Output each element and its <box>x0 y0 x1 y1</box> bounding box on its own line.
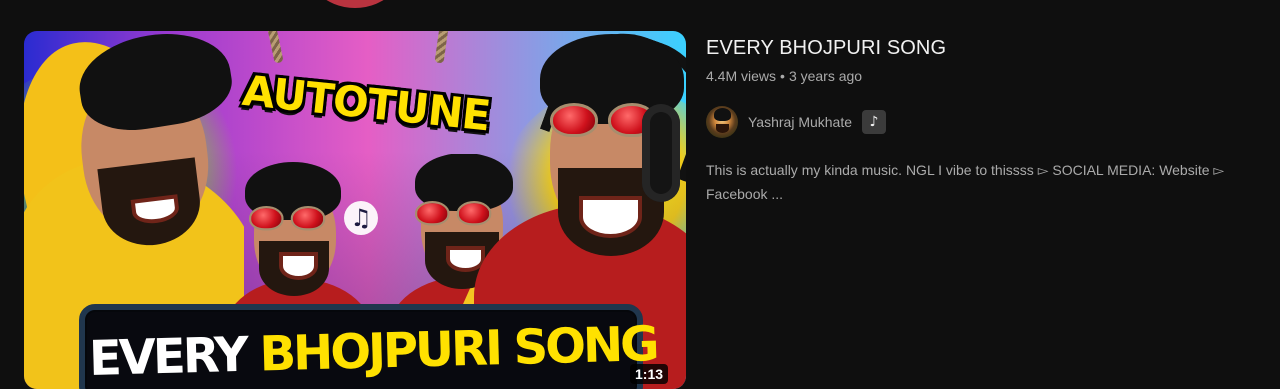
description-line-2: Facebook ... <box>706 186 784 202</box>
description-line-1: This is actually my kinda music. NGL I v… <box>706 162 1225 178</box>
video-upload-age: 3 years ago <box>788 68 863 84</box>
sunglasses-left-lens <box>415 201 450 226</box>
video-title[interactable]: EVERY BHOJPURI SONG <box>706 34 1280 62</box>
metadata-separator: • <box>780 68 785 84</box>
thumbnail-autotune-text: AUTOTUNE <box>240 65 493 141</box>
thumbnail-right-rope <box>434 31 449 64</box>
thumbnail-right-sunglasses <box>550 103 656 137</box>
channel-name[interactable]: Yashraj Mukhate <box>748 112 852 132</box>
sunglasses-left-lens <box>249 206 284 231</box>
video-description-snippet: This is actually my kinda music. NGL I v… <box>706 158 1280 206</box>
video-thumbnail[interactable]: AUTOTUNE ♫ EVERY BHOJPURI SONG <box>24 31 686 389</box>
thumbnail-title-yellow-words: BHOJPURI SONG <box>258 316 658 383</box>
previous-result-avatar-fragment <box>300 0 410 8</box>
thumbnail-title-text: EVERY BHOJPURI SONG <box>88 308 657 389</box>
thumbnail-music-note-icon: ♫ <box>344 201 378 235</box>
video-duration-badge: 1:13 <box>630 364 669 384</box>
video-view-count: 4.4M views <box>706 68 777 84</box>
thumbnail-center-left-sunglasses <box>249 206 326 231</box>
youtube-search-result-page: AUTOTUNE ♫ EVERY BHOJPURI SONG 1:13 EVER… <box>0 0 1280 389</box>
thumbnail-center-left-performer-mouth <box>279 252 318 280</box>
thumbnail-title-white-word: EVERY <box>88 326 247 387</box>
thumbnail-right-performer-mouth <box>579 196 642 238</box>
sunglasses-left-lens <box>550 103 598 137</box>
sunglasses-right-lens <box>290 206 326 231</box>
video-stats: 4.4M views • 3 years ago <box>706 66 1280 86</box>
channel-avatar[interactable] <box>706 106 738 138</box>
video-metadata: EVERY BHOJPURI SONG 4.4M views • 3 years a… <box>706 34 1280 202</box>
headphones-icon <box>642 104 680 202</box>
channel-link[interactable]: Yashraj Mukhate ♪ <box>706 106 887 138</box>
official-artist-music-note-icon: ♪ <box>862 110 887 134</box>
